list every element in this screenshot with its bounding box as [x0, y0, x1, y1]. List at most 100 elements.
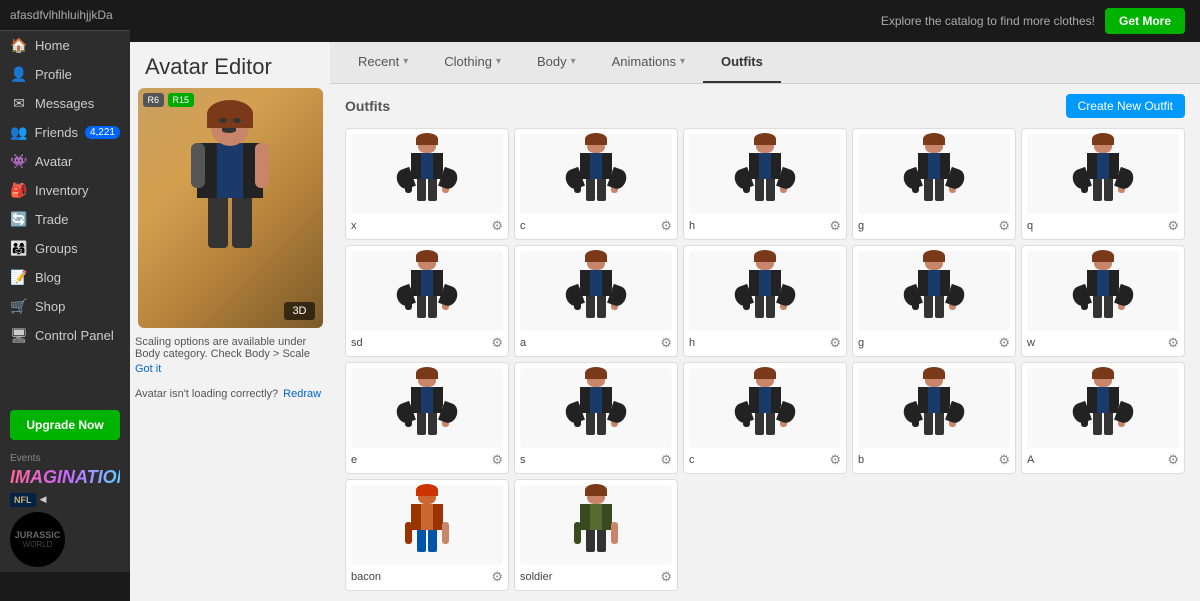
outfit-settings-icon[interactable]: ⚙	[491, 218, 503, 234]
mini-avatar	[574, 488, 619, 563]
outfit-settings-icon[interactable]: ⚙	[829, 335, 841, 351]
outfit-figure	[1027, 251, 1179, 331]
outfit-item-h[interactable]: h ⚙	[683, 128, 847, 240]
outfit-settings-icon[interactable]: ⚙	[491, 335, 503, 351]
editor-area: Avatar Editor R6 R15	[130, 42, 1200, 601]
home-icon: 🏠	[10, 37, 28, 54]
mini-jacket-left	[1087, 387, 1097, 413]
outfit-item-g[interactable]: g ⚙	[852, 128, 1016, 240]
avatar-legs	[208, 198, 252, 248]
outfit-settings-icon[interactable]: ⚙	[1167, 452, 1179, 468]
outfit-figure	[520, 134, 672, 214]
tab-animations[interactable]: Animations ▾	[594, 42, 703, 83]
mini-avatar	[912, 371, 957, 446]
outfit-settings-icon[interactable]: ⚙	[1167, 335, 1179, 351]
mini-leg-right	[766, 296, 775, 318]
outfit-settings-icon[interactable]: ⚙	[660, 452, 672, 468]
upgrade-now-button[interactable]: Upgrade Now	[10, 410, 120, 440]
outfit-settings-icon[interactable]: ⚙	[1167, 218, 1179, 234]
sidebar-item-friends[interactable]: 👥 Friends 4,221	[0, 118, 130, 147]
outfit-item-A[interactable]: A ⚙	[1021, 362, 1185, 474]
mini-leg-right	[935, 179, 944, 201]
mini-hair	[416, 133, 438, 145]
outfit-figure	[858, 251, 1010, 331]
outfit-figure	[1027, 134, 1179, 214]
get-more-button[interactable]: Get More	[1105, 8, 1185, 34]
outfit-item-s[interactable]: s ⚙	[514, 362, 678, 474]
mini-leg-left	[755, 413, 764, 435]
outfit-item-bacon[interactable]: bacon ⚙	[345, 479, 509, 591]
outfit-item-g[interactable]: g ⚙	[852, 245, 1016, 357]
sidebar-item-blog[interactable]: 📝 Blog	[0, 263, 130, 292]
outfit-settings-icon[interactable]: ⚙	[660, 335, 672, 351]
three-d-button[interactable]: 3D	[284, 302, 314, 320]
outfit-item-a[interactable]: a ⚙	[514, 245, 678, 357]
outfit-item-c[interactable]: c ⚙	[683, 362, 847, 474]
mini-head	[587, 254, 605, 270]
outfit-item-sd[interactable]: sd ⚙	[345, 245, 509, 357]
r15-badge[interactable]: R15	[168, 93, 195, 107]
outfit-settings-icon[interactable]: ⚙	[998, 452, 1010, 468]
outfit-figure	[689, 368, 841, 448]
got-it-link[interactable]: Got it	[135, 363, 325, 375]
mini-leg-left	[417, 296, 426, 318]
outfit-item-q[interactable]: q ⚙	[1021, 128, 1185, 240]
jurassic-world-badge: JURASSIC WORLD	[10, 512, 65, 567]
outfit-settings-icon[interactable]: ⚙	[998, 335, 1010, 351]
redraw-link[interactable]: Redraw	[283, 388, 321, 400]
outfit-figure	[520, 251, 672, 331]
outfit-item-c[interactable]: c ⚙	[514, 128, 678, 240]
mini-legs	[755, 179, 775, 201]
sidebar-item-label: Profile	[35, 67, 72, 82]
tab-body[interactable]: Body ▾	[519, 42, 594, 83]
outfit-settings-icon[interactable]: ⚙	[491, 452, 503, 468]
r6-badge[interactable]: R6	[143, 93, 165, 107]
sidebar-nav: 🏠 Home 👤 Profile ✉ Messages 👥 Friends 4,…	[0, 31, 130, 402]
outfit-item-soldier[interactable]: soldier ⚙	[514, 479, 678, 591]
outfit-item-w[interactable]: w ⚙	[1021, 245, 1185, 357]
shop-icon: 🛒	[10, 298, 28, 315]
outfit-settings-icon[interactable]: ⚙	[829, 452, 841, 468]
friends-icon: 👥	[10, 124, 28, 141]
sidebar-item-shop[interactable]: 🛒 Shop	[0, 292, 130, 321]
mini-legs	[417, 413, 437, 435]
outfit-settings-icon[interactable]: ⚙	[829, 218, 841, 234]
outfit-item-e[interactable]: e ⚙	[345, 362, 509, 474]
sidebar-item-messages[interactable]: ✉ Messages	[0, 89, 130, 118]
outfit-item-h[interactable]: h ⚙	[683, 245, 847, 357]
create-outfit-button[interactable]: Create New Outfit	[1066, 94, 1185, 118]
outfit-settings-icon[interactable]: ⚙	[998, 218, 1010, 234]
outfit-item-b[interactable]: b ⚙	[852, 362, 1016, 474]
sidebar-item-inventory[interactable]: 🎒 Inventory	[0, 176, 130, 205]
mini-head	[418, 371, 436, 387]
mini-avatar	[1081, 371, 1126, 446]
tab-clothing[interactable]: Clothing ▾	[426, 42, 519, 83]
outfit-name: g	[858, 220, 998, 232]
outfit-settings-icon[interactable]: ⚙	[491, 569, 503, 585]
outfit-settings-icon[interactable]: ⚙	[660, 569, 672, 585]
outfit-name: q	[1027, 220, 1167, 232]
sidebar-item-home[interactable]: 🏠 Home	[0, 31, 130, 60]
outfit-figure	[689, 251, 841, 331]
outfit-label: b ⚙	[858, 452, 1010, 468]
tab-outfits[interactable]: Outfits	[703, 42, 781, 83]
outfits-panel: Recent ▾ Clothing ▾ Body ▾ Animations ▾ …	[330, 42, 1200, 601]
catalog-promo-text: Explore the catalog to find more clothes…	[881, 14, 1095, 28]
outfit-figure	[351, 368, 503, 448]
sidebar-item-profile[interactable]: 👤 Profile	[0, 60, 130, 89]
mini-avatar	[574, 254, 619, 329]
sidebar-item-control-panel[interactable]: 🖥 Control Panel	[0, 321, 130, 350]
outfit-name: b	[858, 454, 998, 466]
outfit-figure	[858, 368, 1010, 448]
sidebar-item-trade[interactable]: 🔄 Trade	[0, 205, 130, 234]
mini-leg-right	[935, 296, 944, 318]
mini-jacket-left	[918, 270, 928, 296]
outfit-settings-icon[interactable]: ⚙	[660, 218, 672, 234]
mini-avatar	[743, 137, 788, 212]
tab-recent[interactable]: Recent ▾	[340, 42, 426, 83]
outfit-label: x ⚙	[351, 218, 503, 234]
sidebar-item-groups[interactable]: 👨‍👩‍👧 Groups	[0, 234, 130, 263]
outfit-item-x[interactable]: x ⚙	[345, 128, 509, 240]
outfit-label: s ⚙	[520, 452, 672, 468]
sidebar-item-avatar[interactable]: 👾 Avatar	[0, 147, 130, 176]
